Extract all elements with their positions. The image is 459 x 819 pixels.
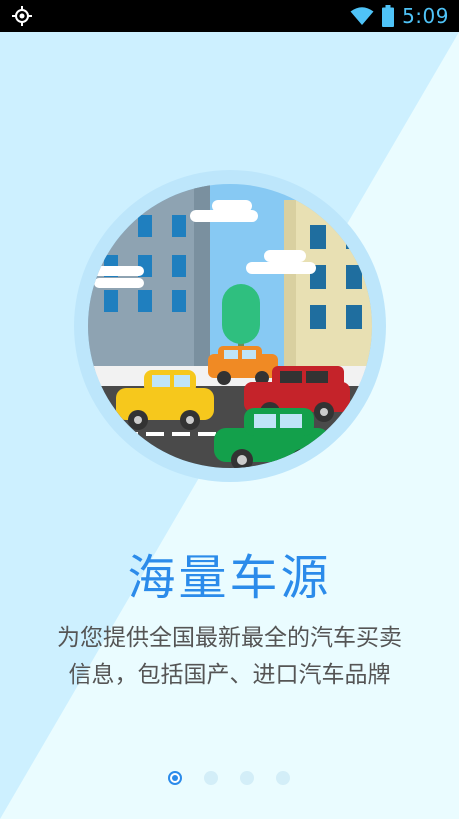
intro-description-line-2: 信息，包括国产、进口汽车品牌 bbox=[68, 662, 391, 688]
pager-dot[interactable] bbox=[168, 771, 182, 785]
intro-title: 海量车源 bbox=[127, 550, 332, 606]
pager-dot[interactable] bbox=[204, 771, 218, 785]
intro-description-line-1: 为您提供全国最新最全的汽车买卖 bbox=[57, 625, 402, 651]
pager-indicator bbox=[0, 771, 459, 787]
status-bar: 5:09 bbox=[0, 0, 459, 32]
pager-dot[interactable] bbox=[276, 771, 290, 785]
pager-dot[interactable] bbox=[240, 771, 254, 785]
location-target-icon bbox=[12, 6, 32, 26]
intro-description: 为您提供全国最新最全的汽车买卖 信息，包括国产、进口汽车品牌 bbox=[0, 620, 459, 694]
status-time: 5:09 bbox=[402, 4, 449, 28]
city-street-cars-icon bbox=[74, 170, 386, 482]
wifi-icon bbox=[350, 7, 374, 25]
battery-icon bbox=[382, 5, 395, 27]
